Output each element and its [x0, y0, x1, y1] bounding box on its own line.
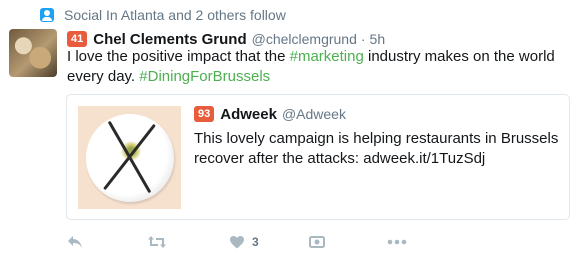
quoted-author-name[interactable]: Adweek	[220, 106, 277, 123]
tweet-text: I love the positive impact that the #mar…	[67, 47, 572, 87]
avatar[interactable]	[9, 29, 57, 77]
quoted-author-handle[interactable]: @Adweek	[282, 106, 346, 122]
reply-button[interactable]	[67, 232, 83, 252]
hashtag-diningforbrussels[interactable]: #DiningForBrussels	[139, 68, 270, 85]
quoted-tweet-image[interactable]	[78, 106, 181, 209]
retweet-button[interactable]	[147, 232, 167, 252]
heart-icon	[230, 236, 244, 249]
person-icon	[40, 8, 54, 22]
like-count: 3	[252, 235, 259, 249]
social-context: Social In Atlanta and 2 others follow	[40, 6, 286, 24]
timestamp[interactable]: 5h	[370, 31, 386, 47]
tweet-text-part1: I love the positive impact that the	[67, 48, 290, 65]
more-button[interactable]	[387, 232, 407, 252]
retweet-icon	[148, 236, 166, 248]
quoted-tweet-header: 93 Adweek @Adweek	[194, 105, 346, 123]
tweet-header: 41 Chel Clements Grund @chelclemgrund · …	[67, 29, 385, 49]
author-handle[interactable]: @chelclemgrund	[252, 31, 357, 47]
hashtag-marketing[interactable]: #marketing	[290, 48, 364, 65]
reply-icon	[68, 236, 82, 248]
media-icon	[309, 236, 325, 248]
quoted-tweet-card[interactable]: 93 Adweek @Adweek This lovely campaign i…	[66, 94, 570, 220]
social-context-text[interactable]: Social In Atlanta and 2 others follow	[64, 7, 286, 23]
author-name[interactable]: Chel Clements Grund	[93, 31, 246, 48]
quoted-score-badge: 93	[194, 106, 215, 122]
separator-dot: ·	[360, 31, 366, 47]
more-icon	[387, 239, 407, 245]
score-badge: 41	[67, 31, 88, 47]
media-button[interactable]	[309, 232, 325, 252]
tweet-actions: 3	[67, 232, 467, 252]
quoted-tweet-text: This lovely campaign is helping restaura…	[194, 130, 559, 167]
like-button[interactable]: 3	[229, 232, 259, 252]
